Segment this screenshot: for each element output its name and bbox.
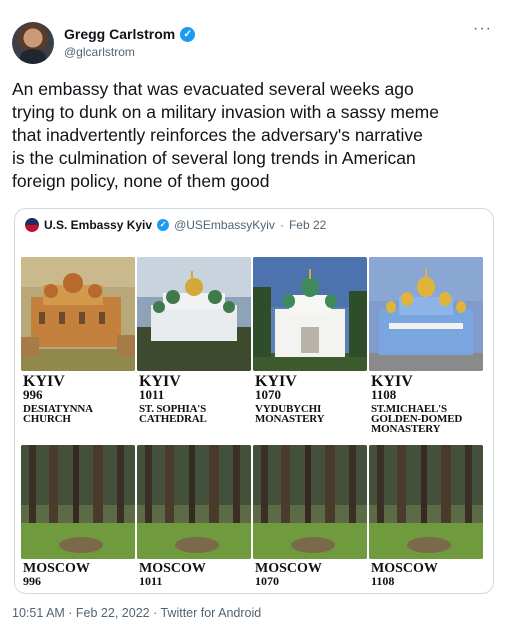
quoted-separator: ·	[279, 218, 284, 232]
quoted-tweet[interactable]: U.S. Embassy Kyiv ✓ @USEmbassyKyiv · Feb…	[14, 208, 494, 594]
caption-moscow: MOSCOW 1108	[371, 562, 438, 588]
caption-place: ST. SOPHIA'S CATHEDRAL	[139, 403, 207, 425]
caption-kyiv: KYIV 1070 VYDUBYCHI MONASTERY	[255, 374, 325, 425]
caption-year: 1011	[139, 387, 165, 402]
tweet-text: An embassy that was evacuated several we…	[12, 79, 439, 191]
quoted-verified-badge-icon: ✓	[157, 219, 170, 231]
vydubychi-monastery-photo	[253, 257, 367, 371]
caption-kyiv: KYIV 1011 ST. SOPHIA'S CATHEDRAL	[139, 374, 207, 425]
caption-year: 996	[23, 387, 43, 402]
forest-photo	[21, 445, 135, 559]
desiatynna-church-painting	[21, 257, 135, 371]
forest-photo	[369, 445, 483, 559]
author-name-row[interactable]: Gregg Carlstrom ✓	[64, 26, 196, 42]
more-horizontal-icon[interactable]: ···	[473, 21, 492, 37]
caption-year: 1070	[255, 387, 281, 402]
forest-photo	[253, 445, 367, 559]
avatar[interactable]	[12, 22, 54, 64]
caption-year: 1070	[255, 574, 279, 588]
st-sophia-cathedral-photo	[137, 257, 251, 371]
caption-place: DESIATYNNA CHURCH	[23, 403, 93, 425]
tweet-header: Gregg Carlstrom ✓ @glcarlstrom ···	[12, 18, 494, 68]
caption-kyiv: KYIV 996 DESIATYNNA CHURCH	[23, 374, 93, 425]
forest-photo	[137, 445, 251, 559]
quoted-author-handle: @USEmbassyKyiv	[174, 218, 275, 232]
caption-place: VYDUBYCHI MONASTERY	[255, 403, 325, 425]
st-michaels-monastery-photo	[369, 257, 483, 371]
caption-year: 1108	[371, 387, 397, 402]
caption-year: 1011	[139, 574, 163, 588]
caption-moscow: MOSCOW 1070	[255, 562, 322, 588]
meme-image[interactable]: KYIV 996 DESIATYNNA CHURCH MOSCOW 996 KY…	[15, 253, 493, 591]
author-name[interactable]: Gregg Carlstrom	[64, 26, 175, 42]
caption-place: ST.MICHAEL'S GOLDEN-DOMED MONASTERY	[371, 403, 463, 435]
caption-moscow: MOSCOW 1011	[139, 562, 206, 588]
caption-moscow: MOSCOW 996	[23, 562, 90, 588]
tweet-timestamp[interactable]: 10:51 AM · Feb 22, 2022 · Twitter for An…	[12, 606, 261, 620]
caption-year: 1108	[371, 574, 395, 588]
caption-year: 996	[23, 574, 41, 588]
quoted-date: Feb 22	[288, 218, 327, 232]
quoted-tweet-header: U.S. Embassy Kyiv ✓ @USEmbassyKyiv · Feb…	[25, 218, 326, 232]
author-handle[interactable]: @glcarlstrom	[64, 45, 135, 59]
caption-kyiv: KYIV 1108 ST.MICHAEL'S GOLDEN-DOMED MONA…	[371, 374, 463, 435]
verified-badge-icon: ✓	[180, 26, 196, 42]
quoted-author-name: U.S. Embassy Kyiv	[44, 218, 153, 232]
quoted-avatar	[25, 218, 39, 232]
